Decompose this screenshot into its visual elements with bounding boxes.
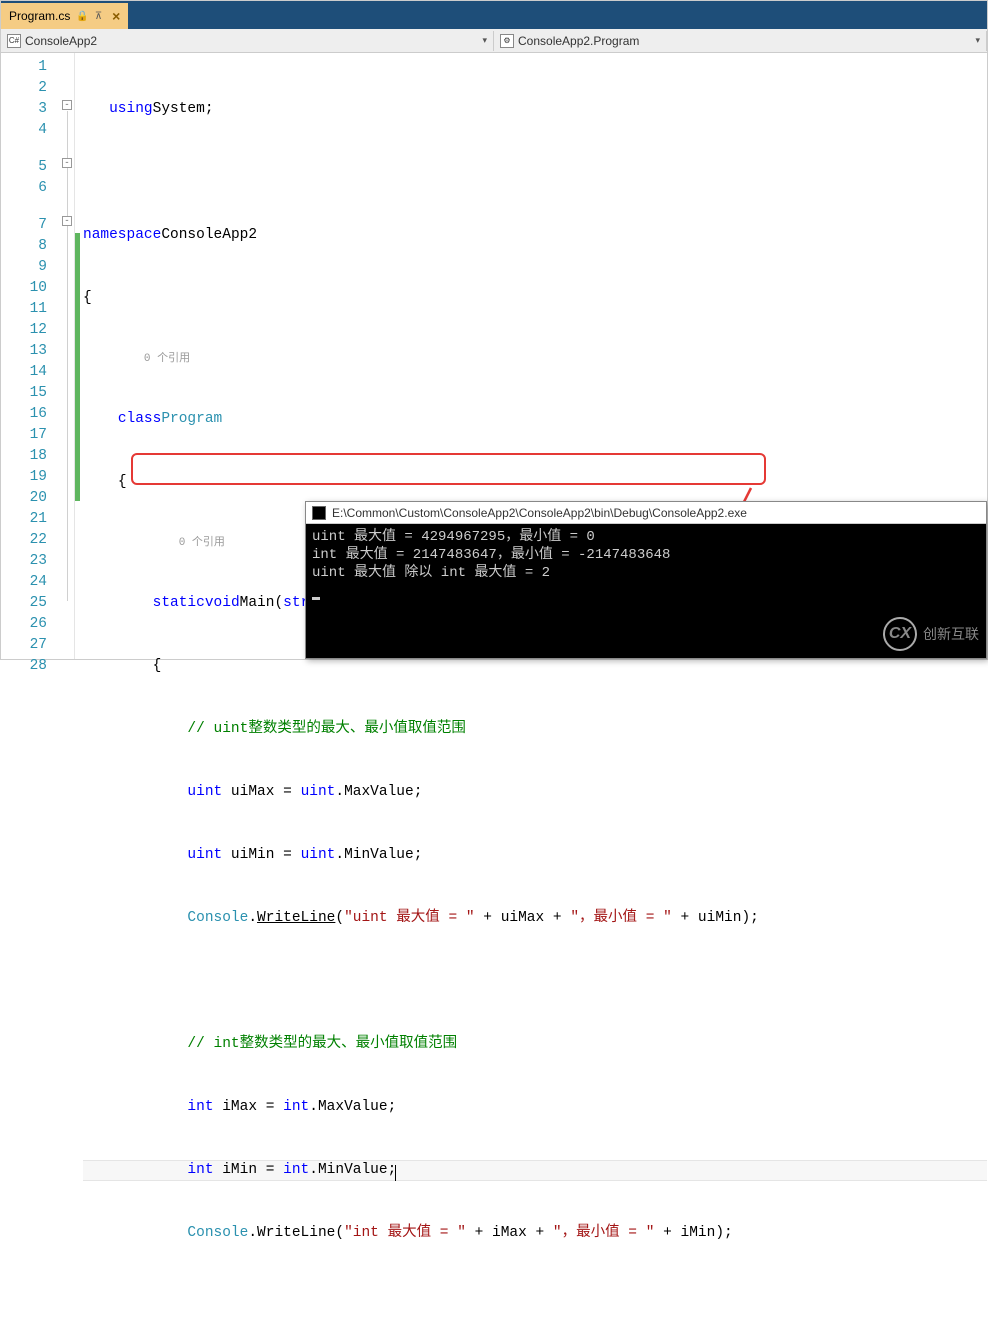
tab-bar: Program.cs 🔒 ⊼ × <box>1 1 987 29</box>
console-titlebar[interactable]: E:\Common\Custom\ConsoleApp2\ConsoleApp2… <box>306 502 986 524</box>
file-tab[interactable]: Program.cs 🔒 ⊼ × <box>1 3 128 29</box>
annotation-highlight-box <box>131 453 766 485</box>
csharp-icon: C# <box>7 34 21 48</box>
watermark-text: 创新互联 <box>923 624 979 644</box>
text-caret <box>395 1165 396 1181</box>
console-icon <box>312 506 326 520</box>
fold-column: - - - <box>61 53 75 659</box>
fold-toggle[interactable]: - <box>62 100 72 110</box>
nav-namespace-dropdown[interactable]: C# ConsoleApp2 ▾ <box>1 34 493 48</box>
current-line: int iMin = int.MinValue; <box>83 1160 987 1181</box>
nav-namespace-label: ConsoleApp2 <box>25 34 97 48</box>
nav-class-dropdown[interactable]: ⚙ ConsoleApp2.Program ▾ <box>494 34 986 48</box>
codelens-references[interactable]: 0 个引用 <box>144 349 190 370</box>
fold-toggle[interactable]: - <box>62 158 72 168</box>
console-cursor <box>312 597 320 600</box>
watermark: CX 创新互联 <box>883 617 979 651</box>
console-output: uint 最大值 = 4294967295，最小值 = 0 int 最大值 = … <box>306 524 986 604</box>
nav-divider <box>986 31 987 51</box>
watermark-logo: CX <box>883 617 917 651</box>
codelens-references[interactable]: 0 个引用 <box>179 533 225 554</box>
line-number-gutter: 1234 56 78910 11121314 15161718 19202122… <box>1 53 61 659</box>
nav-class-label: ConsoleApp2.Program <box>518 34 639 48</box>
class-icon: ⚙ <box>500 34 514 48</box>
chevron-down-icon: ▾ <box>482 35 487 46</box>
fold-toggle[interactable]: - <box>62 216 72 226</box>
tab-filename: Program.cs <box>9 9 70 23</box>
close-icon[interactable]: × <box>112 8 120 24</box>
chevron-down-icon: ▾ <box>975 35 980 46</box>
lock-icon: 🔒 <box>76 11 88 22</box>
change-marker <box>75 233 80 501</box>
nav-bar: C# ConsoleApp2 ▾ ⚙ ConsoleApp2.Program ▾ <box>1 29 987 53</box>
console-title-text: E:\Common\Custom\ConsoleApp2\ConsoleApp2… <box>332 506 747 520</box>
pin-icon[interactable]: ⊼ <box>95 11 102 22</box>
